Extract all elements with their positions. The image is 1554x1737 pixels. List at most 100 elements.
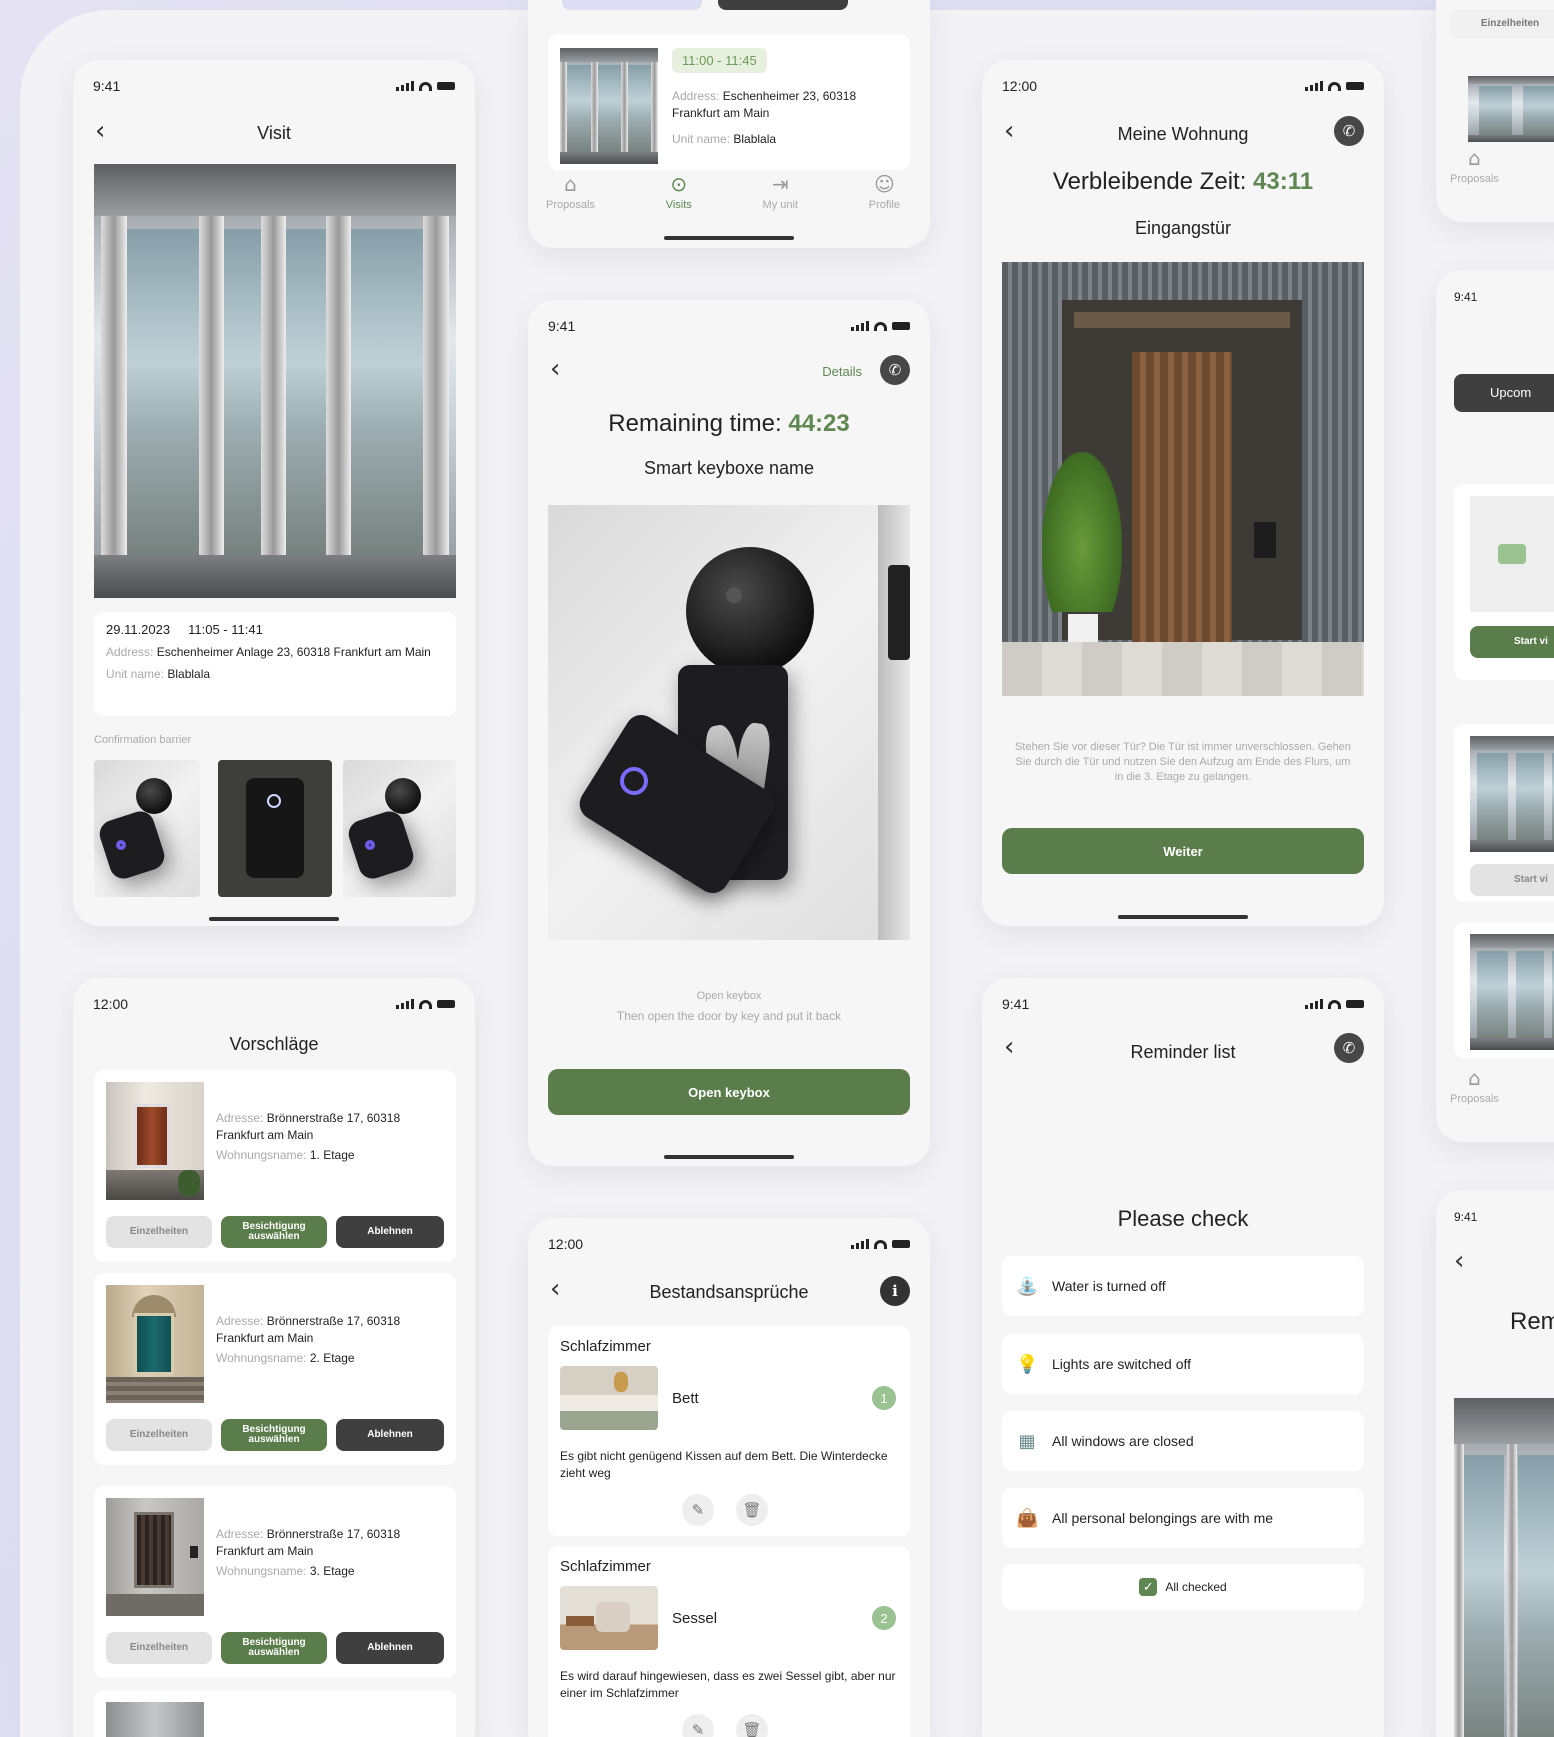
address-label: Adresse: xyxy=(216,1111,264,1125)
open-keybox-button[interactable]: Open keybox xyxy=(548,1069,910,1115)
status-bar: 9:41 xyxy=(1002,996,1364,1012)
page-title: Bestandsansprüche xyxy=(649,1282,809,1302)
pencil-icon: ✎ xyxy=(691,1502,705,1519)
info-button[interactable]: i xyxy=(880,1276,910,1306)
visit-card[interactable]: 11:00 - 11:45 Address: Eschenheimer 23, … xyxy=(548,34,910,170)
start-video-button[interactable]: Start vi xyxy=(1470,864,1554,896)
confirmation-photo[interactable] xyxy=(94,760,200,897)
item-name: Sessel xyxy=(672,1610,718,1627)
signal-icon xyxy=(396,81,414,91)
armchair-photo xyxy=(560,1586,658,1650)
tab-proposals[interactable]: ⌂ Proposals xyxy=(1450,146,1499,185)
status-time: 12:00 xyxy=(93,996,129,1012)
delete-button[interactable]: 🗑 xyxy=(736,1494,768,1526)
battery-icon xyxy=(1346,82,1364,90)
trash-icon: 🗑 xyxy=(742,1722,762,1737)
details-button[interactable]: Einzelheiten xyxy=(106,1419,212,1451)
edit-button[interactable]: ✎ xyxy=(682,1714,714,1737)
house-photo xyxy=(106,1285,204,1403)
edit-button[interactable]: ✎ xyxy=(682,1494,714,1526)
select-visit-button[interactable]: Besichtigung auswählen xyxy=(221,1419,327,1451)
status-icons xyxy=(851,321,910,331)
checkbox-checked[interactable]: ✓ xyxy=(1139,1578,1158,1596)
home-indicator xyxy=(664,1155,794,1159)
confirmation-photo[interactable] xyxy=(343,760,456,897)
unit-label: Wohnungsname: xyxy=(216,1148,307,1162)
all-checked-row[interactable]: ✓ All checked xyxy=(1002,1564,1364,1610)
home-indicator xyxy=(209,917,339,921)
claim-text: Es wird darauf hingewiesen, dass es zwei… xyxy=(560,1669,896,1700)
tab-visits[interactable]: ⊙ Visits xyxy=(666,172,692,211)
battery-icon xyxy=(1346,1000,1364,1008)
trash-icon: 🗑 xyxy=(742,1502,762,1519)
status-time: 9:41 xyxy=(548,318,576,334)
tab-profile[interactable]: ☺ Profile xyxy=(869,172,900,211)
confirmation-photo[interactable] xyxy=(218,760,332,897)
status-time: 9:41 xyxy=(1454,290,1478,304)
my-unit-screen: 12:00 ‹ Meine Wohnung ✆ Verbleibende Zei… xyxy=(982,60,1384,926)
reject-button[interactable]: Ablehnen xyxy=(336,1216,444,1248)
remaining-time-value: 44:23 xyxy=(788,410,850,437)
back-button[interactable]: ‹ xyxy=(1454,1246,1464,1276)
checklist-heading: Please check xyxy=(1117,1206,1249,1231)
reject-button[interactable]: Ablehnen xyxy=(336,1419,444,1451)
unit-label: Unit name: xyxy=(106,667,165,681)
start-video-button[interactable]: Start vi xyxy=(1470,626,1554,658)
status-icons xyxy=(1305,999,1364,1009)
unit-label: Unit name: xyxy=(672,132,731,146)
home-indicator xyxy=(664,236,794,240)
continue-button[interactable]: Weiter xyxy=(1002,828,1364,874)
unit-value: Blablala xyxy=(733,132,777,146)
remaining-time-label: Verbleibende Zeit: xyxy=(1052,168,1247,195)
tab-proposals[interactable]: ⌂ Proposals xyxy=(546,172,595,211)
select-visit-button[interactable]: Besichtigung auswählen xyxy=(221,1632,327,1664)
lightbulb-icon: 💡 xyxy=(1016,1353,1039,1375)
wifi-icon xyxy=(419,999,432,1009)
signal-icon xyxy=(396,999,414,1009)
status-icons xyxy=(396,999,455,1009)
item-name: Bett xyxy=(672,1390,699,1407)
delete-button[interactable]: 🗑 xyxy=(736,1714,768,1737)
room-label: Schlafzimmer xyxy=(560,1558,651,1575)
details-button[interactable]: Einzelheiten xyxy=(106,1632,212,1664)
status-time: 9:41 xyxy=(1454,1210,1478,1224)
details-link[interactable]: Details xyxy=(822,364,862,379)
checklist-item[interactable]: ⛲ Water is turned off xyxy=(1002,1256,1364,1316)
unit-label: Wohnungsname: xyxy=(216,1564,307,1578)
details-button[interactable]: Einzelheiten xyxy=(1450,10,1554,38)
remaining-time-label: Remaining time: xyxy=(608,410,782,437)
battery-icon xyxy=(892,1240,910,1248)
select-visit-button[interactable]: Besichtigung auswählen xyxy=(221,1216,327,1248)
time-chip: 11:00 - 11:45 xyxy=(672,48,767,73)
entrance-photo xyxy=(1454,1398,1554,1737)
pencil-icon: ✎ xyxy=(691,1722,705,1737)
house-photo xyxy=(106,1082,204,1200)
back-button[interactable]: ‹ xyxy=(550,354,560,384)
checklist-item[interactable]: 👜 All personal belongings are with me xyxy=(1002,1488,1364,1548)
visit-photo xyxy=(1470,934,1554,1050)
checklist-item[interactable]: ▦ All windows are closed xyxy=(1002,1411,1364,1471)
entrance-door-photo xyxy=(1002,262,1364,696)
window-icon: ▦ xyxy=(1018,1430,1036,1452)
call-button[interactable]: ✆ xyxy=(880,355,910,385)
page-title: Meine Wohnung xyxy=(1117,124,1249,144)
reject-button[interactable]: Ablehnen xyxy=(336,1632,444,1664)
entrance-photo xyxy=(94,164,456,598)
details-button[interactable]: Einzelheiten xyxy=(106,1216,212,1248)
proposal-unit: 1. Etage xyxy=(309,1148,355,1162)
home-icon: ⌂ xyxy=(1468,146,1481,170)
visit-card: Start vi xyxy=(1454,724,1554,902)
tab-my-unit[interactable]: ⇥ My unit xyxy=(763,172,798,211)
remaining-time-value: 43:11 xyxy=(1253,168,1314,195)
signal-icon xyxy=(1305,81,1323,91)
tab-upcoming[interactable]: Upcom xyxy=(1454,374,1554,412)
status-icons xyxy=(851,1239,910,1249)
call-button[interactable]: ✆ xyxy=(1334,1033,1364,1063)
call-button[interactable]: ✆ xyxy=(1334,116,1364,146)
video-camera-icon xyxy=(1498,544,1526,564)
room-label: Schlafzimmer xyxy=(560,1338,651,1355)
proposal-unit: 3. Etage xyxy=(309,1564,355,1578)
tab-proposals[interactable]: ⌂ Proposals xyxy=(1450,1066,1499,1105)
unit-label: Wohnungsname: xyxy=(216,1351,307,1365)
checklist-item[interactable]: 💡 Lights are switched off xyxy=(1002,1334,1364,1394)
